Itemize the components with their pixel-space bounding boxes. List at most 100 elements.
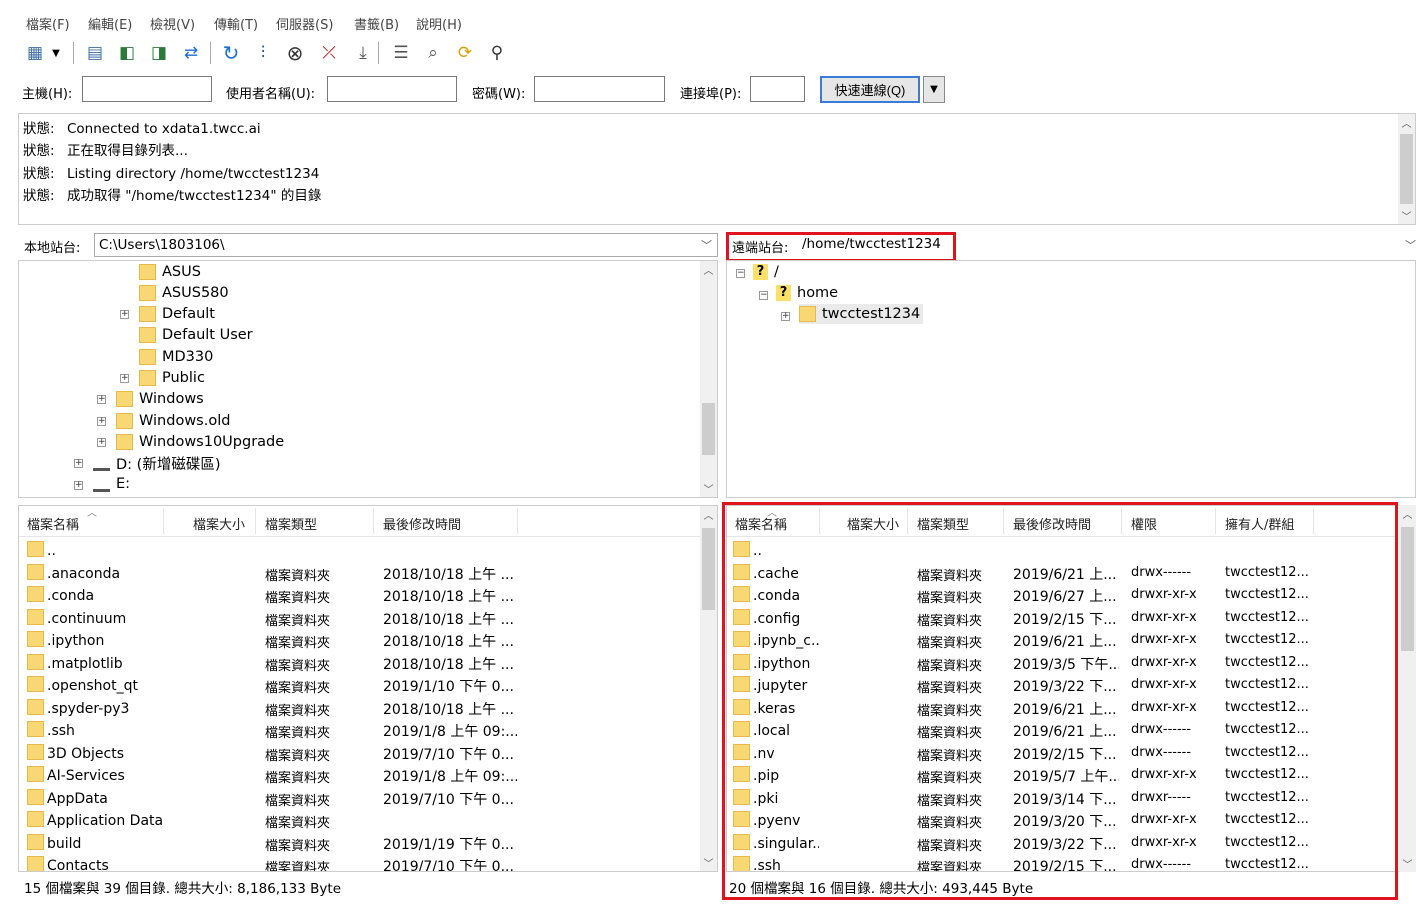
- scroll-down-icon[interactable]: ﹀: [700, 854, 717, 871]
- file-row[interactable]: .openshot_qt 檔案資料夾 2019/1/10 下午 0...: [19, 674, 700, 696]
- tree-node[interactable]: Public: [139, 368, 205, 388]
- sync-browse-icon[interactable]: ⟳: [452, 40, 478, 66]
- message-log-icon[interactable]: ▤: [82, 40, 108, 66]
- expand-icon[interactable]: +: [74, 481, 83, 490]
- expand-icon[interactable]: +: [120, 310, 129, 319]
- quickconnect-button[interactable]: 快速連線(Q): [820, 76, 920, 103]
- tree-node[interactable]: ? home: [776, 283, 838, 303]
- quickconnect-dropdown-icon[interactable]: ▼: [923, 76, 945, 103]
- tree-node[interactable]: ASUS: [139, 262, 201, 282]
- column-header[interactable]: 檔案大小: [847, 514, 899, 533]
- column-header[interactable]: 擁有人/群組: [1225, 514, 1294, 533]
- menu-file[interactable]: 檔案(F): [26, 14, 70, 33]
- file-row[interactable]: .local 檔案資料夾 2019/6/21 上... drwx------ twcct…: [727, 719, 1398, 741]
- port-input[interactable]: [750, 76, 805, 102]
- file-row[interactable]: .continuum 檔案資料夾 2018/10/18 上午 ...: [19, 607, 700, 629]
- remote-list-scrollbar[interactable]: ︿ ﹀: [1399, 505, 1416, 872]
- expand-icon[interactable]: +: [120, 374, 129, 383]
- menu-view[interactable]: 檢視(V): [150, 14, 195, 33]
- tree-node[interactable]: Default User: [139, 325, 253, 345]
- dropdown-icon[interactable]: ▼: [48, 40, 64, 66]
- reconnect-icon[interactable]: ⤓: [350, 40, 376, 66]
- chevron-down-icon[interactable]: ﹀: [1405, 237, 1416, 253]
- column-header[interactable]: 檔案類型: [917, 514, 969, 533]
- search-icon[interactable]: ⌕: [420, 40, 446, 66]
- expand-icon[interactable]: +: [74, 459, 83, 468]
- column-header[interactable]: 權限: [1131, 514, 1157, 533]
- file-row[interactable]: .anaconda 檔案資料夾 2018/10/18 上午 ...: [19, 562, 700, 584]
- column-header[interactable]: 檔案名稱: [27, 514, 79, 533]
- password-input[interactable]: [534, 76, 665, 102]
- menu-server[interactable]: 伺服器(S): [276, 14, 333, 33]
- tree-node[interactable]: Windows: [116, 389, 204, 409]
- tree-node-selected[interactable]: twcctest1234: [799, 304, 924, 324]
- file-row[interactable]: .ipynb_c... 檔案資料夾 2019/6/21 上... drwxr-xr-x…: [727, 629, 1398, 651]
- cancel-icon[interactable]: ⊗: [282, 40, 308, 66]
- file-row[interactable]: .pki 檔案資料夾 2019/3/14 下... drwxr----- twcctes…: [727, 787, 1398, 809]
- file-row[interactable]: .config 檔案資料夾 2019/2/15 下... drwxr-xr-x twcc…: [727, 607, 1398, 629]
- menu-help[interactable]: 說明(H): [416, 14, 462, 33]
- log-scrollbar[interactable]: ︿ ﹀: [1398, 114, 1415, 224]
- directory-compare-icon[interactable]: ☰: [388, 40, 414, 66]
- host-input[interactable]: [82, 76, 212, 102]
- file-row[interactable]: .pip 檔案資料夾 2019/5/7 上午... drwxr-xr-x twcctes…: [727, 764, 1398, 786]
- file-row[interactable]: .ssh 檔案資料夾 2019/2/15 下... drwx------ twcctes…: [727, 854, 1398, 871]
- scroll-down-icon[interactable]: ﹀: [1398, 207, 1415, 224]
- column-header[interactable]: 最後修改時間: [1013, 514, 1091, 533]
- disconnect-icon[interactable]: ⤫: [316, 40, 342, 66]
- tree-node[interactable]: ? /: [753, 262, 779, 282]
- transfer-queue-icon[interactable]: ⇄: [178, 40, 204, 66]
- file-row[interactable]: build 檔案資料夾 2019/1/19 下午 0...: [19, 832, 700, 854]
- file-row[interactable]: .ssh 檔案資料夾 2019/1/8 上午 09:...: [19, 719, 700, 741]
- refresh-icon[interactable]: ↻: [218, 40, 244, 66]
- tree-node[interactable]: Windows10Upgrade: [116, 432, 284, 452]
- file-row[interactable]: ..: [727, 539, 1398, 561]
- column-header[interactable]: 最後修改時間: [383, 514, 461, 533]
- remote-tree-icon[interactable]: ◨: [146, 40, 172, 66]
- file-row[interactable]: .jupyter 檔案資料夾 2019/3/22 下... drwxr-xr-x twc…: [727, 674, 1398, 696]
- file-row[interactable]: .spyder-py3 檔案資料夾 2018/10/18 上午 ...: [19, 697, 700, 719]
- menu-bookmarks[interactable]: 書籤(B): [354, 14, 399, 33]
- scroll-down-icon[interactable]: ﹀: [1399, 855, 1416, 872]
- file-row[interactable]: Contacts 檔案資料夾 2019/7/10 下午 0...: [19, 854, 700, 871]
- tree-node[interactable]: D: (新增磁碟區): [93, 453, 220, 473]
- file-row[interactable]: 3D Objects 檔案資料夾 2019/7/10 下午 0...: [19, 742, 700, 764]
- scroll-up-icon[interactable]: ︿: [700, 506, 717, 523]
- tree-node[interactable]: Windows.old: [116, 411, 230, 431]
- scroll-up-icon[interactable]: ︿: [700, 261, 717, 278]
- tree-node[interactable]: Default: [139, 304, 215, 324]
- tree-node[interactable]: ASUS580: [139, 283, 229, 303]
- file-row[interactable]: .pyenv 檔案資料夾 2019/3/20 下... drwxr-xr-x twcct…: [727, 809, 1398, 831]
- menu-edit[interactable]: 編輯(E): [88, 14, 132, 33]
- file-row[interactable]: .cache 檔案資料夾 2019/6/21 上... drwx------ twcct…: [727, 562, 1398, 584]
- menu-transfer[interactable]: 傳輸(T): [214, 14, 258, 33]
- expand-icon[interactable]: +: [97, 417, 106, 426]
- tree-node[interactable]: E:: [93, 474, 130, 494]
- remote-path-input[interactable]: /home/twcctest1234: [798, 233, 1416, 257]
- local-tree-icon[interactable]: ◧: [114, 40, 140, 66]
- file-row[interactable]: AppData 檔案資料夾 2019/7/10 下午 0...: [19, 787, 700, 809]
- file-row[interactable]: .conda 檔案資料夾 2019/6/27 上... drwxr-xr-x twcct…: [727, 584, 1398, 606]
- file-row[interactable]: .ipython 檔案資料夾 2018/10/18 上午 ...: [19, 629, 700, 651]
- local-list-scrollbar[interactable]: ︿ ﹀: [700, 506, 717, 871]
- expand-icon[interactable]: +: [97, 395, 106, 404]
- tree-node[interactable]: MD330: [139, 347, 213, 367]
- find-files-icon[interactable]: ⚲: [484, 40, 510, 66]
- file-row[interactable]: .nv 檔案資料夾 2019/2/15 下... drwx------ twcctest…: [727, 742, 1398, 764]
- file-row[interactable]: Application Data 檔案資料夾: [19, 809, 700, 831]
- file-row[interactable]: .ipython 檔案資料夾 2019/3/5 下午... drwxr-xr-x twc…: [727, 652, 1398, 674]
- scroll-down-icon[interactable]: ﹀: [700, 480, 717, 497]
- file-row[interactable]: .singular... 檔案資料夾 2019/3/22 下... drwxr-xr-…: [727, 832, 1398, 854]
- expand-icon[interactable]: +: [781, 312, 790, 321]
- username-input[interactable]: [327, 76, 457, 102]
- column-header[interactable]: 檔案類型: [265, 514, 317, 533]
- file-row[interactable]: .conda 檔案資料夾 2018/10/18 上午 ...: [19, 584, 700, 606]
- file-row[interactable]: .matplotlib 檔案資料夾 2018/10/18 上午 ...: [19, 652, 700, 674]
- site-manager-icon[interactable]: ▦: [22, 40, 48, 66]
- scroll-up-icon[interactable]: ︿: [1399, 505, 1416, 522]
- expand-icon[interactable]: +: [97, 438, 106, 447]
- file-row[interactable]: AI-Services 檔案資料夾 2019/1/8 上午 09:...: [19, 764, 700, 786]
- process-queue-icon[interactable]: ⫶: [250, 40, 276, 66]
- local-path-input[interactable]: C:\Users\1803106\: [94, 233, 718, 257]
- local-tree-scrollbar[interactable]: ︿ ﹀: [700, 261, 717, 497]
